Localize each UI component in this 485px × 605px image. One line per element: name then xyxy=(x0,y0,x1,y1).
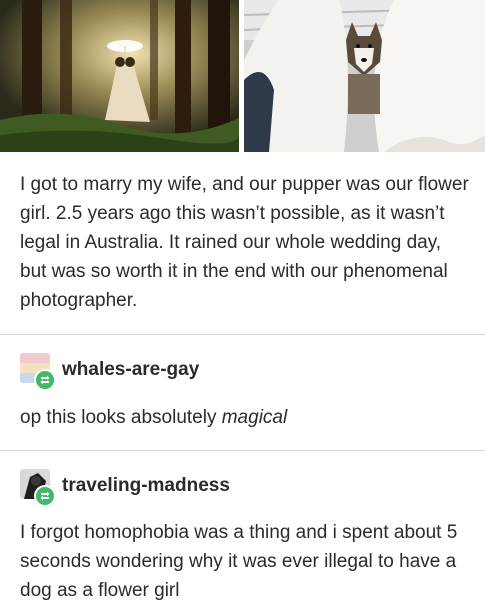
reply-header-2: traveling-madness xyxy=(20,468,230,507)
reply-text: op this looks absolutely magical xyxy=(20,403,472,432)
username-link[interactable]: traveling-madness xyxy=(62,475,230,497)
husky-between-dresses-photo[interactable] xyxy=(244,0,485,152)
reply-divider xyxy=(0,334,485,335)
husky-between-dresses-image xyxy=(244,0,485,152)
reply-text: I forgot homophobia was a thing and i sp… xyxy=(20,522,458,601)
reblog-icon xyxy=(34,369,56,391)
reply-header-1: whales-are-gay xyxy=(20,352,199,391)
post-photoset xyxy=(0,0,485,152)
avatar[interactable] xyxy=(20,353,56,391)
reply-divider xyxy=(0,450,485,451)
username-link[interactable]: whales-are-gay xyxy=(62,359,199,381)
wedding-rain-forest-image xyxy=(0,0,239,152)
post-text: I got to marry my wife, and our pupper w… xyxy=(20,174,469,311)
avatar[interactable] xyxy=(20,469,56,507)
wedding-rain-forest-photo[interactable] xyxy=(0,0,239,152)
reply-text-prefix: op this looks absolutely xyxy=(20,407,222,428)
reply-text-emphasis: magical xyxy=(221,407,288,428)
reblog-icon xyxy=(34,485,56,507)
